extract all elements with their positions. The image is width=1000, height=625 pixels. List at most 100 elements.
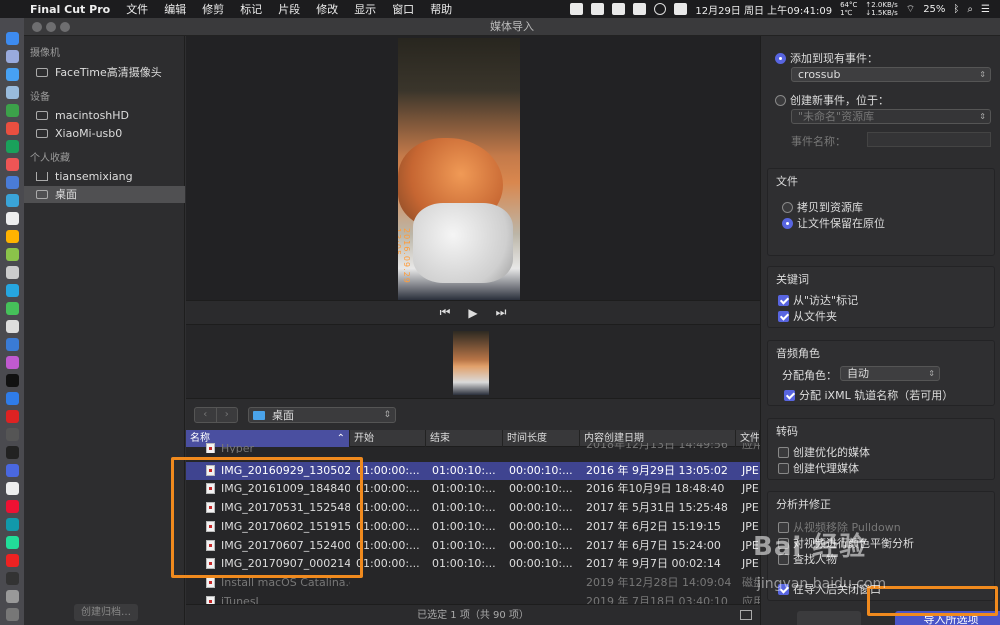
net-down-text: ↓1.5KB/s (865, 9, 898, 17)
downloads-icon[interactable] (6, 590, 19, 603)
desktop-icon (36, 190, 48, 199)
app-icon[interactable] (6, 122, 19, 135)
play-icon[interactable]: ▶ (468, 306, 477, 320)
sensor-readout[interactable]: 64°C 1℃ (840, 1, 857, 17)
sidebar-item-home[interactable]: tiansemixiang (24, 168, 185, 185)
network-readout[interactable]: ↑2.0KB/s ↓1.5KB/s (865, 1, 897, 17)
app-icon[interactable] (6, 428, 19, 441)
music-icon[interactable] (612, 3, 626, 15)
home-icon (36, 172, 48, 181)
folder-popup[interactable]: 桌面 ⇕ (248, 407, 396, 423)
app-icon[interactable] (6, 320, 19, 333)
app-icon[interactable] (6, 194, 19, 207)
sidebar-item-xiaomi-usb0[interactable]: XiaoMi-usb0 (24, 125, 185, 142)
menu-edit[interactable]: 编辑 (156, 1, 194, 17)
cell-duration (503, 593, 580, 604)
podcasts-icon[interactable] (6, 356, 19, 369)
menu-mark[interactable]: 标记 (232, 1, 270, 17)
table-row[interactable]: iTunesL 2019 年 7月18日 03:40:10 应用 (186, 593, 760, 604)
app-icon[interactable] (6, 338, 19, 351)
app-icon[interactable] (6, 230, 19, 243)
create-archive-button[interactable]: 创建归档… (74, 604, 138, 621)
app-icon[interactable] (6, 518, 19, 531)
app-icon[interactable] (6, 104, 19, 117)
app-icon[interactable] (6, 86, 19, 99)
selected-thumbnail[interactable] (453, 331, 489, 395)
finder-tags-checkbox[interactable]: 从"访达"标记 (778, 292, 858, 308)
event-name-field[interactable] (867, 132, 991, 147)
app-icon[interactable] (6, 410, 19, 423)
tv-icon[interactable] (6, 374, 19, 387)
proxy-media-checkbox[interactable]: 创建代理媒体 (778, 460, 859, 476)
control-center-icon[interactable]: ☰ (981, 4, 990, 15)
ixml-checkbox[interactable]: 分配 iXML 轨道名称（若可用） (784, 387, 953, 403)
cell-duration: 00:00:10:... (509, 501, 573, 515)
app-icon[interactable] (6, 140, 19, 153)
minimize-window-button[interactable] (46, 22, 56, 32)
trash-icon[interactable] (6, 608, 19, 621)
cell-end: 01:00:10:... (432, 501, 496, 515)
cell-duration: 00:00:10:... (509, 463, 573, 477)
table-row[interactable]: Hyper 2018年12月13日 14:49:56 应用 (186, 443, 760, 453)
from-folders-checkbox[interactable]: 从文件夹 (778, 308, 837, 324)
menu-help[interactable]: 帮助 (422, 1, 460, 17)
filmstrip-toggle-icon[interactable] (740, 610, 752, 620)
leave-in-place-radio[interactable]: 让文件保留在原位 (782, 215, 885, 231)
chevron-updown-icon: ⇕ (979, 112, 986, 121)
wifi-icon[interactable]: ⌔ (906, 3, 915, 16)
next-icon[interactable]: ⏭ (496, 305, 507, 320)
app-store-icon[interactable] (6, 392, 19, 405)
close-window-button[interactable] (32, 22, 42, 32)
back-button[interactable]: ‹ (195, 408, 216, 422)
status-app-icon[interactable] (591, 3, 605, 15)
app-icon[interactable] (6, 572, 19, 585)
sidebar-item-desktop[interactable]: 桌面 (24, 186, 185, 203)
cancel-button[interactable] (797, 611, 861, 625)
safari-icon[interactable] (6, 68, 19, 81)
optimized-media-checkbox[interactable]: 创建优化的媒体 (778, 444, 870, 460)
finder-icon[interactable] (6, 32, 19, 45)
app-icon[interactable] (6, 464, 19, 477)
app-icon[interactable] (6, 284, 19, 297)
app-icon[interactable] (6, 500, 19, 513)
clock-text[interactable]: 12月29日 周日 上午09:41:09 (695, 2, 832, 17)
audio-roles-title: 音频角色 (776, 347, 820, 360)
event-popup[interactable]: crossub ⇕ (791, 67, 991, 82)
app-icon[interactable] (6, 482, 19, 495)
app-icon[interactable] (6, 536, 19, 549)
messages-icon[interactable] (6, 302, 19, 315)
sidebar-item-facetime-camera[interactable]: FaceTime高清摄像头 (24, 64, 185, 81)
app-icon[interactable] (6, 554, 19, 567)
previous-icon[interactable]: ⏮ (440, 305, 451, 320)
copy-to-library-radio[interactable]: 拷贝到资源库 (782, 199, 863, 215)
calendar-icon[interactable] (674, 3, 688, 15)
app-menu[interactable]: Final Cut Pro (26, 3, 118, 16)
add-to-event-radio[interactable]: 添加到现有事件： (775, 50, 878, 66)
clock-icon[interactable] (654, 3, 667, 15)
library-popup[interactable]: "未命名"资源库 ⇕ (791, 109, 991, 124)
sidebar-item-macintoshhd[interactable]: macintoshHD (24, 107, 185, 124)
launchpad-icon[interactable] (6, 50, 19, 63)
menu-view[interactable]: 显示 (346, 1, 384, 17)
app-icon[interactable] (6, 158, 19, 171)
app-icon[interactable] (6, 176, 19, 189)
zoom-window-button[interactable] (60, 22, 70, 32)
menu-trim[interactable]: 修剪 (194, 1, 232, 17)
app-icon[interactable] (6, 212, 19, 225)
status-app-icon[interactable] (570, 3, 584, 15)
menu-modify[interactable]: 修改 (308, 1, 346, 17)
menu-window[interactable]: 窗口 (384, 1, 422, 17)
app-icon[interactable] (6, 266, 19, 279)
app-icon[interactable] (6, 248, 19, 261)
chat-icon[interactable] (633, 3, 647, 15)
forward-button[interactable]: › (215, 408, 238, 422)
cell-date: 2016 年10月9日 18:48:40 (586, 482, 725, 496)
menu-file[interactable]: 文件 (118, 1, 156, 17)
roles-popup[interactable]: 自动 ⇕ (840, 366, 940, 381)
terminal-icon[interactable] (6, 446, 19, 459)
search-icon[interactable]: ⌕ (967, 4, 973, 15)
create-event-radio[interactable]: 创建新事件，位于： (775, 92, 889, 108)
bluetooth-icon[interactable]: ᛒ (953, 4, 959, 15)
menu-clip[interactable]: 片段 (270, 1, 308, 17)
battery-text[interactable]: 25% (923, 4, 945, 15)
